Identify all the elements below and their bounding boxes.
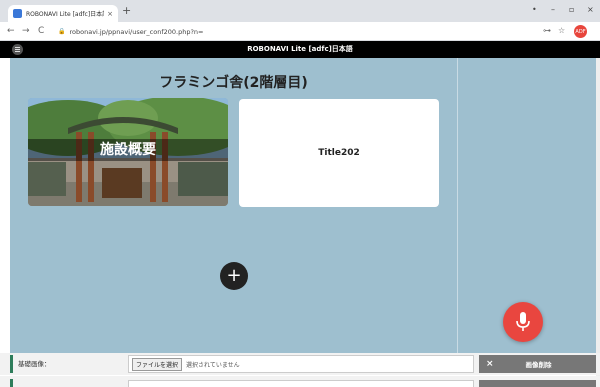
star-icon[interactable]: ☆ xyxy=(558,26,565,36)
base-image-label: 基礎画像： xyxy=(18,360,51,368)
url-field[interactable]: 🔒 robonavi.jp/ppnavi/user_conf200.php?n= xyxy=(58,25,558,38)
tab-close-icon[interactable]: × xyxy=(107,10,113,18)
delete-image-label: 画像削除 xyxy=(525,361,552,369)
next-input[interactable] xyxy=(128,380,474,387)
card-facility-overview[interactable]: 施設概要 xyxy=(28,98,228,206)
app-title: ROBONAVI Lite [adfc]日本語 xyxy=(247,45,353,53)
app-header: ROBONAVI Lite [adfc]日本語 xyxy=(0,41,600,58)
next-row-button[interactable] xyxy=(479,380,596,387)
close-window-button[interactable]: × xyxy=(587,5,594,15)
choose-file-button[interactable]: ファイルを選択 xyxy=(132,357,183,371)
file-input[interactable]: ファイルを選択 選択されていません xyxy=(128,355,474,373)
browser-tabbar: ROBONAVI Lite [adfc]日本語 × + • – ▫ × xyxy=(0,0,600,22)
card-title202[interactable]: Title202 xyxy=(239,99,439,207)
new-tab-button[interactable]: + xyxy=(122,5,131,17)
url-text: robonavi.jp/ppnavi/user_conf200.php?n= xyxy=(69,27,204,36)
tab-title: ROBONAVI Lite [adfc]日本語 xyxy=(26,11,105,18)
row-accent xyxy=(10,379,13,387)
address-bar: ← → C 🔒 robonavi.jp/ppnavi/user_conf200.… xyxy=(0,22,600,41)
delete-image-button[interactable]: × 画像削除 xyxy=(479,355,596,373)
lock-icon: 🔒 xyxy=(58,28,66,35)
card-label: Title202 xyxy=(318,148,360,158)
card-label: 施設概要 xyxy=(28,139,228,161)
close-icon: × xyxy=(486,359,494,369)
maximize-button[interactable]: ▫ xyxy=(569,5,574,15)
add-button[interactable]: + xyxy=(220,262,248,290)
browser-tab[interactable]: ROBONAVI Lite [adfc]日本語 × xyxy=(8,5,118,22)
hamburger-icon xyxy=(15,49,20,50)
profile-avatar[interactable]: ADF xyxy=(574,25,587,38)
file-status: 選択されていません xyxy=(186,361,240,369)
menu-button[interactable] xyxy=(12,44,23,55)
forward-icon[interactable]: → xyxy=(22,26,30,36)
reload-icon[interactable]: C xyxy=(38,26,44,36)
page-title: フラミンゴ舎(2階層目) xyxy=(159,75,308,91)
microphone-icon xyxy=(516,312,530,331)
window-record-icon[interactable]: • xyxy=(532,5,537,15)
microphone-button[interactable] xyxy=(503,302,543,342)
minimize-button[interactable]: – xyxy=(551,5,555,15)
favicon-icon xyxy=(13,9,22,18)
content-area: フラミンゴ舎(2階層目) 施設概要 Title202 + xyxy=(10,58,457,353)
base-image-row: 基礎画像： ファイルを選択 選択されていません × 画像削除 xyxy=(0,353,600,375)
next-form-row xyxy=(0,376,600,387)
row-accent xyxy=(10,355,13,373)
scrollbar[interactable] xyxy=(596,58,600,387)
key-icon[interactable]: ⊶ xyxy=(543,26,551,36)
back-icon[interactable]: ← xyxy=(7,26,15,36)
